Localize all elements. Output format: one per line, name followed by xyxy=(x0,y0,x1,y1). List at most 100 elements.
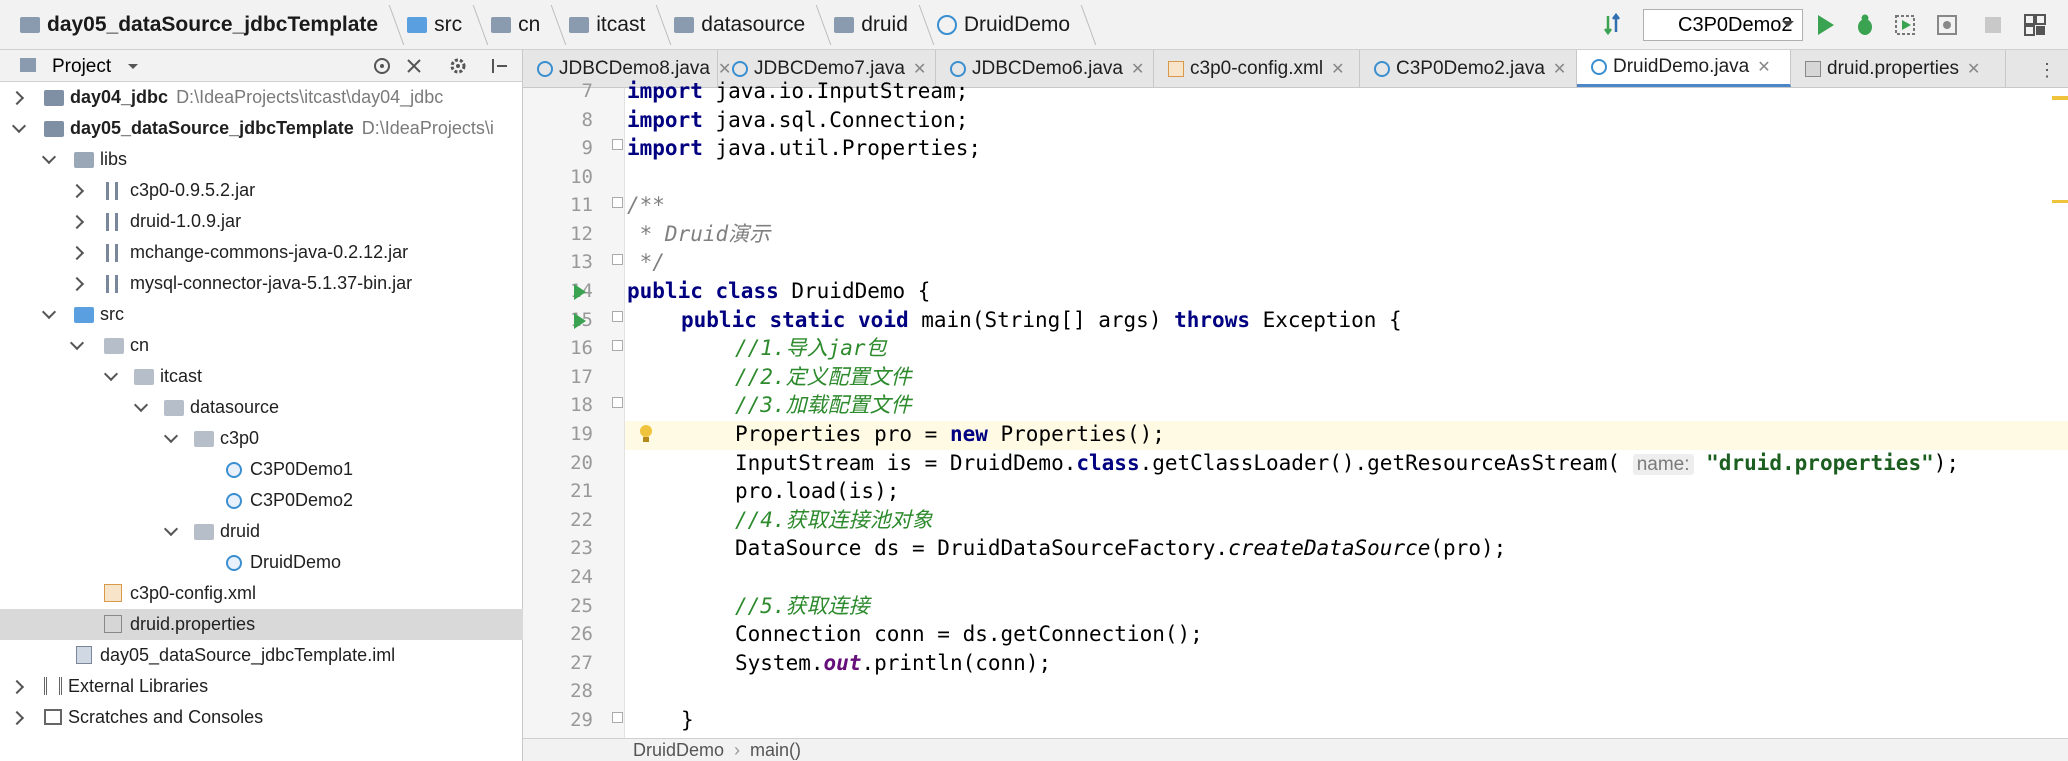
chevron-down-icon[interactable] xyxy=(41,304,57,320)
tree-item-druiddemo[interactable]: DruidDemo xyxy=(0,547,523,578)
profile-icon[interactable] xyxy=(1934,12,1960,38)
tree-item-druid[interactable]: druid xyxy=(0,516,523,547)
locate-file-icon[interactable] xyxy=(372,56,392,76)
chevron-right-icon[interactable] xyxy=(69,183,85,199)
string-literal: "druid.properties" xyxy=(1706,451,1934,475)
status-crumb-class[interactable]: DruidDemo xyxy=(633,740,724,761)
chevron-down-icon[interactable] xyxy=(163,521,179,537)
hide-panel-icon[interactable] xyxy=(490,56,510,76)
chevron-right-icon[interactable] xyxy=(69,276,85,292)
chevron-right-icon[interactable] xyxy=(9,710,25,726)
properties-file-icon xyxy=(1805,60,1821,77)
fold-marker-icon[interactable] xyxy=(612,311,623,322)
tab-overflow-icon[interactable]: ⋮ xyxy=(2038,60,2056,81)
class-icon xyxy=(1591,59,1607,75)
build-icon[interactable] xyxy=(1602,12,1628,38)
run-main-icon[interactable] xyxy=(574,313,586,329)
tree-item-external-libraries[interactable]: External Libraries xyxy=(0,671,523,702)
chevron-right-icon[interactable] xyxy=(9,90,25,106)
tree-item-libs[interactable]: libs xyxy=(0,144,523,175)
chevron-down-icon[interactable] xyxy=(11,118,27,134)
line-number: 22 xyxy=(570,509,593,531)
tree-item-scratches[interactable]: Scratches and Consoles xyxy=(0,702,523,733)
tree-item-jar[interactable]: druid-1.0.9.jar xyxy=(0,206,523,237)
package-icon xyxy=(164,400,184,416)
tree-item-c3p0-config[interactable]: c3p0-config.xml xyxy=(0,578,523,609)
run-configuration-select[interactable]: C3P0Demo2 xyxy=(1643,9,1803,41)
tree-item-itcast[interactable]: itcast xyxy=(0,361,523,392)
fold-marker-icon[interactable] xyxy=(612,197,623,208)
stop-icon[interactable] xyxy=(1980,12,2006,38)
run-icon[interactable] xyxy=(1812,12,1838,38)
breadcrumb-cn[interactable]: cn xyxy=(491,0,540,49)
error-stripe-marker[interactable] xyxy=(2052,96,2068,100)
error-stripe-marker[interactable] xyxy=(2052,200,2068,203)
source-folder-icon xyxy=(407,16,428,33)
tree-item-jar[interactable]: mchange-commons-java-0.2.12.jar xyxy=(0,237,523,268)
tree-item-label: day05_dataSource_jdbcTemplate.iml xyxy=(100,645,396,665)
tree-item-iml[interactable]: day05_dataSource_jdbcTemplate.iml xyxy=(0,640,523,671)
tree-item-jar[interactable]: mysql-connector-java-5.1.37-bin.jar xyxy=(0,268,523,299)
close-icon[interactable]: ✕ xyxy=(1757,57,1770,77)
breadcrumb-druid[interactable]: druid xyxy=(834,0,908,49)
coverage-icon[interactable] xyxy=(1892,12,1918,38)
fold-marker-icon[interactable] xyxy=(612,340,623,351)
close-icon[interactable]: ✕ xyxy=(1331,59,1344,79)
fold-marker-icon[interactable] xyxy=(612,712,623,723)
project-view-selector[interactable]: Project xyxy=(52,56,111,78)
lightbulb-icon[interactable] xyxy=(638,424,654,444)
breadcrumb-label: cn xyxy=(518,12,541,36)
breadcrumb-src[interactable]: src xyxy=(407,0,462,49)
tree-item-day05-module[interactable]: day05_dataSource_jdbcTemplate D:\IdeaProj… xyxy=(0,113,523,144)
breadcrumb-datasource[interactable]: datasource xyxy=(674,0,805,49)
fold-marker-icon[interactable] xyxy=(612,254,623,265)
fold-marker-icon[interactable] xyxy=(612,139,623,150)
tab-c3p0demo2[interactable]: C3P0Demo2.java ✕ xyxy=(1360,50,1577,87)
package-icon xyxy=(491,16,512,33)
chevron-down-icon[interactable] xyxy=(163,428,179,444)
chevron-right-icon[interactable] xyxy=(9,679,25,695)
tree-item-c3p0[interactable]: c3p0 xyxy=(0,423,523,454)
chevron-down-icon[interactable] xyxy=(103,366,119,382)
keyword: class xyxy=(1076,451,1140,475)
chevron-down-icon[interactable] xyxy=(69,335,85,351)
close-icon[interactable]: ✕ xyxy=(1131,59,1144,79)
close-icon[interactable]: ✕ xyxy=(1967,59,1980,79)
chevron-right-icon[interactable] xyxy=(69,245,85,261)
tree-item-cn[interactable]: cn xyxy=(0,330,523,361)
tree-item-c3p0demo1[interactable]: C3P0Demo1 xyxy=(0,454,523,485)
tab-druiddemo[interactable]: DruidDemo.java ✕ xyxy=(1577,50,1791,87)
project-view-icon xyxy=(20,58,36,72)
tab-c3p0-config[interactable]: c3p0-config.xml ✕ xyxy=(1154,50,1360,87)
tree-item-label: c3p0 xyxy=(220,428,260,448)
keyword: import xyxy=(627,108,703,132)
chevron-right-icon[interactable] xyxy=(69,214,85,230)
tree-item-druid-properties[interactable]: druid.properties xyxy=(0,609,523,640)
code-line-23: DataSource ds = DruidDataSourceFactory.c… xyxy=(735,534,1506,563)
run-class-icon[interactable] xyxy=(574,284,586,300)
tree-item-c3p0demo2[interactable]: C3P0Demo2 xyxy=(0,485,523,516)
chevron-down-icon[interactable] xyxy=(41,149,57,165)
close-icon[interactable]: ✕ xyxy=(1553,59,1566,79)
chevron-down-icon[interactable] xyxy=(128,64,138,74)
status-crumb-method[interactable]: main() xyxy=(750,740,801,761)
chevron-down-icon[interactable] xyxy=(133,397,149,413)
close-icon[interactable]: ✕ xyxy=(913,59,926,79)
tree-item-jar[interactable]: c3p0-0.9.5.2.jar xyxy=(0,175,523,206)
breadcrumb-druiddemo[interactable]: DruidDemo xyxy=(936,0,1070,49)
keyword: import xyxy=(627,136,703,160)
tab-jdbcdemo6[interactable]: JDBCDemo6.java ✕ xyxy=(936,50,1154,87)
gear-icon[interactable] xyxy=(448,56,468,76)
breadcrumb-itcast[interactable]: itcast xyxy=(569,0,645,49)
tree-item-src[interactable]: src xyxy=(0,299,523,330)
tree-item-datasource[interactable]: datasource xyxy=(0,392,523,423)
fold-marker-icon[interactable] xyxy=(612,397,623,408)
project-structure-icon[interactable] xyxy=(2022,12,2048,38)
tab-druid-properties[interactable]: druid.properties ✕ xyxy=(1791,50,2006,87)
line-number: 11 xyxy=(570,194,593,216)
breadcrumb-module[interactable]: day05_dataSource_jdbcTemplate xyxy=(0,0,378,49)
tree-item-day04-jdbc[interactable]: day04_jdbc D:\IdeaProjects\itcast\day04_j… xyxy=(0,82,523,113)
collapse-all-icon[interactable] xyxy=(404,56,424,76)
project-panel-header: Project xyxy=(0,50,523,82)
debug-icon[interactable] xyxy=(1852,12,1878,38)
